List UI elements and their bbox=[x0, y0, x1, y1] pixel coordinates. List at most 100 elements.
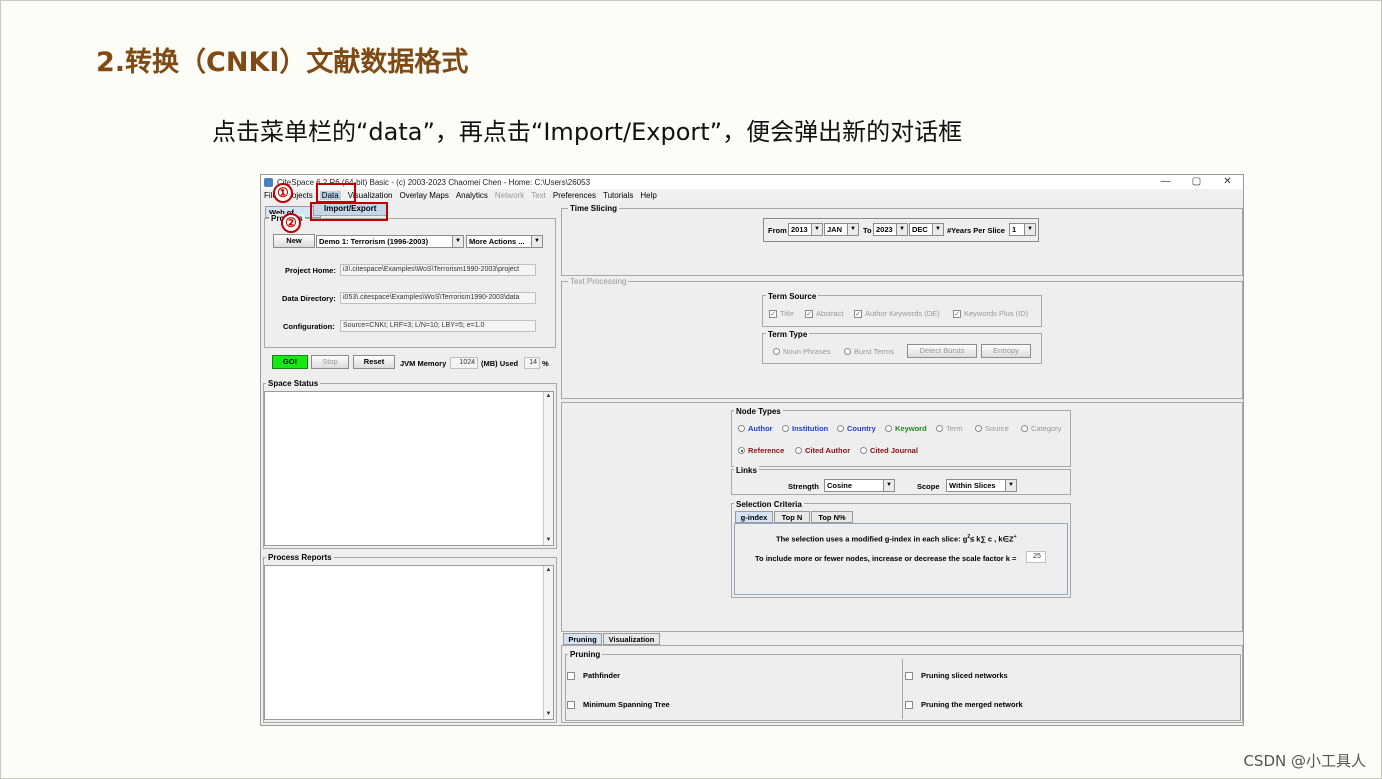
maximize-icon[interactable]: ▢ bbox=[1181, 175, 1212, 189]
scroll-down-icon[interactable]: ▼ bbox=[544, 536, 553, 545]
scroll-up-icon[interactable]: ▲ bbox=[544, 392, 553, 401]
minimize-icon[interactable]: — bbox=[1150, 175, 1181, 189]
node-type-label: Reference bbox=[748, 446, 785, 455]
title-checkbox[interactable]: ✓ Title bbox=[769, 309, 794, 318]
configuration-label: Configuration: bbox=[283, 322, 335, 331]
project-select[interactable]: Demo 1: Terrorism (1996-2003) ▼ bbox=[316, 235, 464, 248]
to-label: To bbox=[863, 226, 872, 235]
data-menu-highlight bbox=[316, 183, 356, 203]
jvm-memory-label: JVM Memory bbox=[400, 359, 447, 368]
node-type-label: Institution bbox=[792, 424, 829, 433]
entropy-button[interactable]: Entropy bbox=[981, 344, 1031, 358]
scroll-down-icon[interactable]: ▼ bbox=[544, 710, 553, 719]
tab-visualization[interactable]: Visualization bbox=[603, 633, 660, 645]
g-index-formula: ≤ k∑ c , k∈Z bbox=[970, 534, 1014, 544]
tab-top-n-percent[interactable]: Top N% bbox=[811, 511, 853, 523]
to-year-select[interactable]: 2023 ▼ bbox=[873, 223, 908, 236]
node-type-radio-author[interactable]: Author bbox=[738, 424, 773, 433]
menu-tutorials[interactable]: Tutorials bbox=[603, 191, 633, 200]
reset-button[interactable]: Reset bbox=[353, 355, 395, 369]
node-type-radio-reference[interactable]: Reference bbox=[738, 446, 784, 455]
chevron-down-icon: ▼ bbox=[883, 480, 894, 491]
chevron-down-icon: ▼ bbox=[811, 224, 822, 235]
to-month-select[interactable]: DEC ▼ bbox=[909, 223, 944, 236]
burst-terms-radio[interactable]: Burst Terms bbox=[844, 347, 894, 356]
more-actions-select[interactable]: More Actions ... ▼ bbox=[466, 235, 543, 248]
project-home-field[interactable]: i3\.citespace\Examples\WoS\Terrorism1990… bbox=[340, 264, 536, 276]
node-type-label: Cited Author bbox=[805, 446, 851, 455]
node-type-radio-cited-journal[interactable]: Cited Journal bbox=[860, 446, 918, 455]
author-keywords-checkbox-label: Author Keywords (DE) bbox=[865, 309, 940, 318]
strength-select[interactable]: Cosine ▼ bbox=[824, 479, 895, 492]
space-status-title: Space Status bbox=[266, 379, 321, 388]
chevron-down-icon: ▼ bbox=[932, 224, 943, 235]
pathfinder-label: Pathfinder bbox=[583, 671, 621, 680]
chevron-down-icon: ▼ bbox=[847, 224, 858, 235]
scope-select[interactable]: Within Slices ▼ bbox=[946, 479, 1017, 492]
years-per-slice-select[interactable]: 1 ▼ bbox=[1009, 223, 1036, 236]
node-type-radio-term[interactable]: Term bbox=[936, 424, 963, 433]
mst-checkbox[interactable]: Minimum Spanning Tree bbox=[567, 700, 670, 709]
scope-value: Within Slices bbox=[949, 481, 996, 490]
node-type-radio-country[interactable]: Country bbox=[837, 424, 876, 433]
from-month-select[interactable]: JAN ▼ bbox=[824, 223, 859, 236]
watermark: CSDN @小工具人 bbox=[1243, 752, 1366, 770]
keywords-plus-checkbox-label: Keywords Plus (ID) bbox=[964, 309, 1029, 318]
chevron-down-icon: ▼ bbox=[1005, 480, 1016, 491]
menu-overlay-maps[interactable]: Overlay Maps bbox=[399, 191, 448, 200]
tab-top-n[interactable]: Top N bbox=[774, 511, 810, 523]
node-type-radio-category[interactable]: Category bbox=[1021, 424, 1061, 433]
step-1-marker: ① bbox=[273, 183, 293, 203]
process-reports-area[interactable]: ▲ ▼ bbox=[264, 565, 554, 720]
chevron-down-icon: ▼ bbox=[531, 236, 542, 247]
node-type-radio-keyword[interactable]: Keyword bbox=[885, 424, 927, 433]
mst-label: Minimum Spanning Tree bbox=[583, 700, 670, 709]
tab-g-index[interactable]: g-index bbox=[735, 511, 773, 523]
burst-terms-label: Burst Terms bbox=[854, 347, 894, 356]
menu-bar: File Projects Data Visualization Overlay… bbox=[261, 189, 1243, 202]
selection-criteria-title: Selection Criteria bbox=[734, 500, 804, 509]
text-processing-title: Text Processing bbox=[568, 277, 629, 286]
menu-network[interactable]: Network bbox=[495, 191, 524, 200]
pruning-divider bbox=[902, 659, 903, 719]
node-type-radio-source[interactable]: Source bbox=[975, 424, 1009, 433]
pathfinder-checkbox[interactable]: Pathfinder bbox=[567, 671, 620, 680]
space-status-area[interactable]: ▲ ▼ bbox=[264, 391, 554, 546]
scale-factor-input[interactable]: 25 bbox=[1026, 551, 1046, 563]
menu-preferences[interactable]: Preferences bbox=[553, 191, 596, 200]
scroll-up-icon[interactable]: ▲ bbox=[544, 566, 553, 575]
keywords-plus-checkbox[interactable]: ✓ Keywords Plus (ID) bbox=[953, 309, 1028, 318]
percent-sign: % bbox=[542, 359, 549, 368]
data-directory-field[interactable]: i053\.citespace\Examples\WoS\Terrorism19… bbox=[340, 292, 536, 304]
vertical-scrollbar[interactable]: ▲ ▼ bbox=[543, 392, 553, 545]
years-per-slice-label: #Years Per Slice bbox=[947, 226, 1005, 235]
menu-analytics[interactable]: Analytics bbox=[456, 191, 488, 200]
pruning-merged-checkbox[interactable]: Pruning the merged network bbox=[905, 700, 1023, 709]
configuration-field[interactable]: Source=CNKI; LRF=3; L/N=10; LBY=5; e=1.0 bbox=[340, 320, 536, 332]
stop-button[interactable]: Stop bbox=[311, 355, 349, 369]
from-year-select[interactable]: 2013 ▼ bbox=[788, 223, 823, 236]
from-year-value: 2013 bbox=[791, 225, 808, 234]
project-home-label: Project Home: bbox=[285, 266, 336, 275]
term-type-title: Term Type bbox=[766, 330, 810, 339]
node-type-label: Keyword bbox=[895, 424, 927, 433]
g-index-description: The selection uses a modified g-index in… bbox=[776, 534, 1017, 544]
noun-phrases-radio[interactable]: Noun Phrases bbox=[773, 347, 831, 356]
author-keywords-checkbox[interactable]: ✓ Author Keywords (DE) bbox=[854, 309, 940, 318]
vertical-scrollbar[interactable]: ▲ ▼ bbox=[543, 566, 553, 719]
menu-help[interactable]: Help bbox=[640, 191, 656, 200]
abstract-checkbox-label: Abstract bbox=[816, 309, 844, 318]
node-type-label: Term bbox=[946, 424, 963, 433]
node-type-radio-cited-author[interactable]: Cited Author bbox=[795, 446, 850, 455]
node-types-title: Node Types bbox=[734, 407, 783, 416]
tab-pruning[interactable]: Pruning bbox=[563, 633, 602, 645]
menu-text[interactable]: Text bbox=[531, 191, 546, 200]
detect-bursts-button[interactable]: Detect Bursts bbox=[907, 344, 977, 358]
pruning-sliced-checkbox[interactable]: Pruning sliced networks bbox=[905, 671, 1008, 680]
new-project-button[interactable]: New bbox=[273, 234, 315, 248]
abstract-checkbox[interactable]: ✓ Abstract bbox=[805, 309, 844, 318]
close-icon[interactable]: ✕ bbox=[1212, 175, 1243, 189]
import-export-highlight bbox=[310, 202, 388, 221]
node-type-radio-institution[interactable]: Institution bbox=[782, 424, 828, 433]
go-button[interactable]: GO! bbox=[272, 355, 308, 369]
